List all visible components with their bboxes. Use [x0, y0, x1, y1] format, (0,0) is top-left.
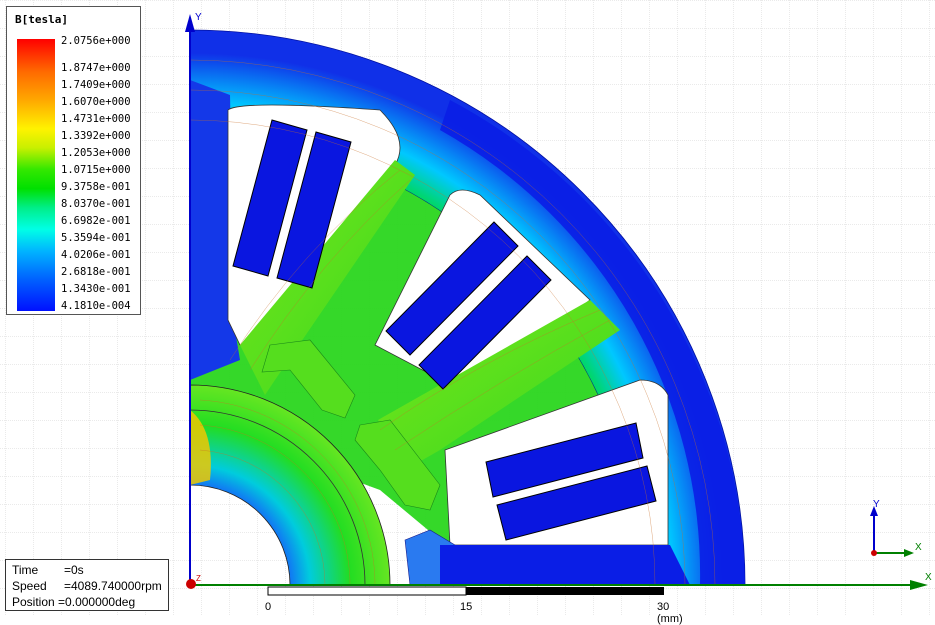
triad-x-label: X — [915, 542, 922, 553]
legend-title: B[tesla] — [15, 13, 68, 26]
orientation-triad: Y X — [870, 499, 922, 557]
legend-value: 2.0756e+000 — [61, 35, 131, 47]
legend-value: 9.3758e-001 — [61, 181, 131, 193]
field-legend[interactable]: B[tesla] 2.0756e+000 1.8747e+000 1.7409e… — [6, 6, 141, 315]
origin-marker — [186, 579, 196, 589]
legend-value: 4.1810e-004 — [61, 300, 131, 312]
legend-value: 8.0370e-001 — [61, 198, 131, 210]
legend-value: 1.3392e+000 — [61, 130, 131, 142]
legend-value: 1.8747e+000 — [61, 62, 131, 74]
time-value: =0s — [64, 563, 84, 577]
status-speed-row: Speed =4089.740000rpm — [12, 578, 162, 594]
scale-bar — [267, 586, 664, 596]
scale-tick-0: 0 — [265, 601, 272, 613]
legend-value: 2.6818e-001 — [61, 266, 131, 278]
legend-value: 1.2053e+000 — [61, 147, 131, 159]
legend-value: 5.3594e-001 — [61, 232, 131, 244]
scale-tick-15: 15 — [460, 601, 473, 613]
legend-value: 6.6982e-001 — [61, 215, 131, 227]
position-label: Position — [12, 595, 55, 609]
x-axis-label: X — [925, 572, 932, 583]
legend-colorbar — [17, 39, 55, 311]
status-position-row: Position =0.000000deg — [12, 594, 162, 610]
legend-value: 1.7409e+000 — [61, 79, 131, 91]
triad-y-label: Y — [873, 499, 880, 510]
status-time-row: Time =0s — [12, 562, 162, 578]
legend-value: 1.3430e-001 — [61, 283, 131, 295]
legend-value: 1.6070e+000 — [61, 96, 131, 108]
speed-value: =4089.740000rpm — [64, 579, 162, 593]
scale-tick-30: 30 (mm) — [657, 601, 683, 625]
z-axis-label: Z — [196, 574, 201, 583]
simulation-status-box: Time =0s Speed =4089.740000rpm Position =0… — [5, 559, 169, 611]
legend-value: 4.0206e-001 — [61, 249, 131, 261]
y-axis-label: Y — [195, 12, 202, 23]
legend-value: 1.4731e+000 — [61, 113, 131, 125]
time-label: Time — [12, 563, 39, 577]
speed-label: Speed — [12, 579, 47, 593]
stator-bottom-band — [440, 545, 690, 585]
position-value: =0.000000deg — [58, 595, 136, 609]
legend-value: 1.0715e+000 — [61, 164, 131, 176]
